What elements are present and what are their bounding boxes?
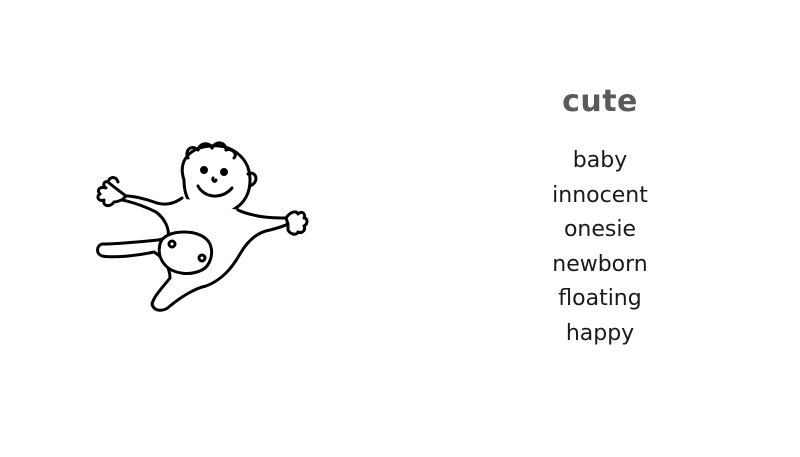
- word-item: onesie: [563, 217, 637, 242]
- word-item: baby: [572, 148, 628, 173]
- word-item: happy: [565, 320, 635, 346]
- word-item: floating: [558, 286, 642, 311]
- word-item: newborn: [552, 251, 648, 277]
- word-list: baby innocent onesie newborn floating ha…: [500, 144, 700, 351]
- word-panel: cute baby innocent onesie newborn floati…: [500, 80, 700, 351]
- baby-onesie-icon: [92, 140, 312, 325]
- category-heading: cute: [562, 84, 638, 119]
- word-item: innocent: [552, 182, 648, 208]
